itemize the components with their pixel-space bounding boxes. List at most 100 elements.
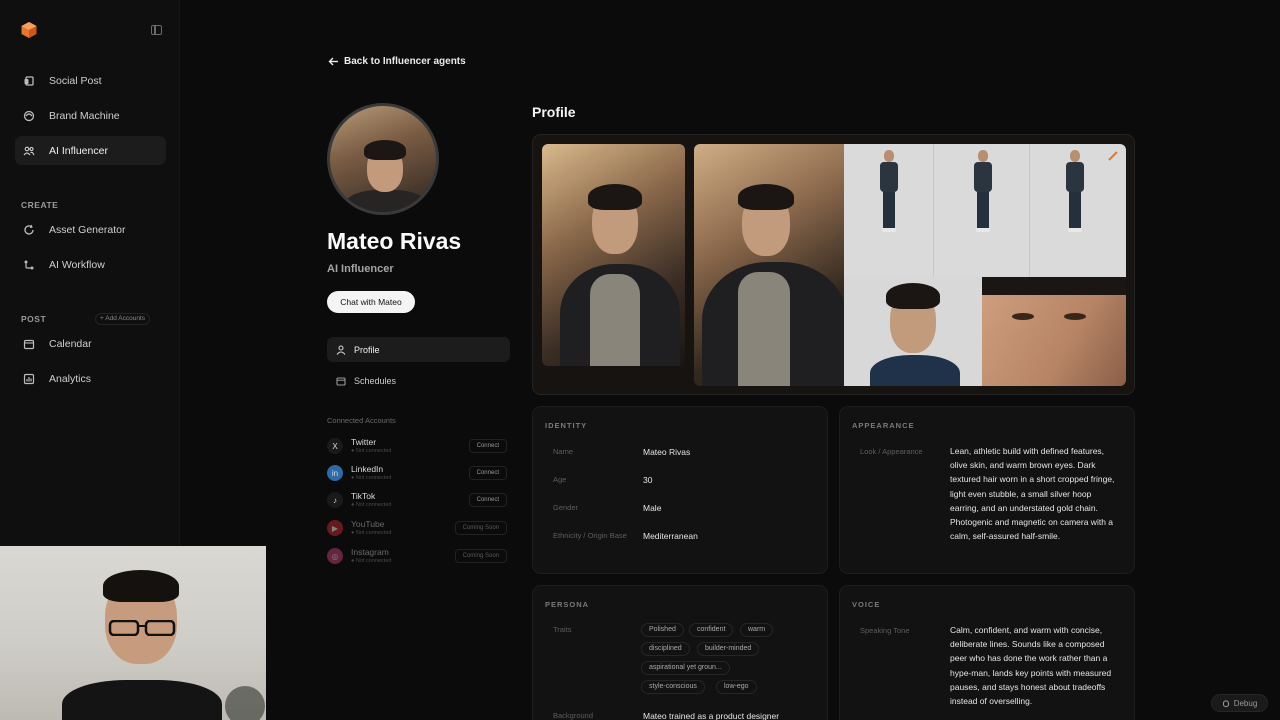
- bug-icon: [1222, 700, 1229, 707]
- connected-accounts-title: Connected Accounts: [327, 416, 396, 425]
- tab-label: Schedules: [354, 375, 397, 386]
- section-label-create: CREATE: [21, 200, 59, 210]
- gallery-photo[interactable]: [982, 277, 1126, 386]
- account-action-button[interactable]: Connect: [468, 439, 507, 453]
- account-name: Twitter: [351, 437, 377, 447]
- trait-chip: aspirational yet groun...: [641, 661, 730, 675]
- sidebar-item-asset-generator[interactable]: Asset Generator: [15, 215, 166, 244]
- avatar: [327, 103, 439, 215]
- trait-chip: confident: [689, 623, 734, 637]
- account-action-button[interactable]: Coming Soon: [454, 521, 507, 535]
- trait-chip: warm: [740, 623, 774, 637]
- identity-key: Age: [553, 475, 567, 484]
- sidebar-toggle-icon[interactable]: [151, 25, 162, 35]
- account-action-button[interactable]: Connect: [468, 493, 507, 507]
- debug-label: Debug: [1233, 698, 1258, 708]
- gallery-photo[interactable]: [844, 144, 1126, 277]
- appearance-value: Lean, athletic build with defined featur…: [950, 446, 1115, 542]
- persona-traits-key: Traits: [553, 625, 572, 634]
- refresh-icon: [23, 224, 35, 236]
- photo-gallery: [532, 134, 1135, 395]
- twitter-icon: X: [327, 438, 343, 454]
- edit-icon[interactable]: [1107, 150, 1119, 162]
- analytics-icon: [23, 373, 35, 385]
- sidebar-item-analytics[interactable]: Analytics: [15, 364, 166, 393]
- social-post-icon: [23, 75, 35, 87]
- account-name: TikTok: [351, 491, 376, 501]
- account-status: ● Not connected: [351, 558, 392, 564]
- sidebar-item-label: Social Post: [49, 74, 102, 87]
- account-action-button[interactable]: Connect: [468, 466, 507, 480]
- account-row-youtube: ▶ YouTube ● Not connected Coming Soon: [327, 518, 510, 540]
- tab-profile[interactable]: Profile: [327, 337, 510, 362]
- account-name: Instagram: [351, 547, 389, 557]
- persona-background-key: Background: [553, 711, 594, 720]
- account-status: ● Not connected: [351, 530, 392, 536]
- add-accounts-button[interactable]: + Add Accounts: [95, 313, 150, 325]
- sidebar-item-ai-workflow[interactable]: AI Workflow: [15, 250, 166, 279]
- sidebar-item-brand-machine[interactable]: Brand Machine: [15, 101, 166, 130]
- sidebar-item-label: Analytics: [49, 372, 92, 385]
- gallery-photo[interactable]: [542, 144, 685, 366]
- sidebar-item-social-post[interactable]: Social Post: [15, 66, 166, 95]
- card-title: PERSONA: [545, 600, 590, 609]
- account-row-instagram: ◎ Instagram ● Not connected Coming Soon: [327, 546, 510, 568]
- linkedin-icon: in: [327, 465, 343, 481]
- identity-key: Name: [553, 447, 574, 456]
- account-row-twitter: X Twitter ● Not connected Connect: [327, 436, 510, 458]
- workflow-icon: [23, 259, 35, 271]
- voice-value: Calm, confident, and warm with concise, …: [950, 625, 1112, 707]
- account-status: ● Not connected: [351, 502, 392, 508]
- account-name: LinkedIn: [351, 464, 384, 474]
- identity-value: Mateo Rivas: [643, 447, 691, 457]
- account-row-tiktok: ♪ TikTok ● Not connected Connect: [327, 490, 510, 512]
- identity-value: Mediterranean: [643, 531, 698, 541]
- card-title: VOICE: [852, 600, 881, 609]
- debug-button[interactable]: Debug: [1211, 694, 1268, 712]
- account-name: YouTube: [351, 519, 385, 529]
- brand-machine-icon: [23, 110, 35, 122]
- account-status: ● Not connected: [351, 448, 392, 454]
- influencer-name: Mateo Rivas: [327, 228, 462, 254]
- chat-button[interactable]: Chat with Mateo: [327, 291, 415, 313]
- app-logo-icon[interactable]: [20, 21, 38, 39]
- calendar-icon: [336, 376, 346, 386]
- gallery-photo[interactable]: [694, 144, 844, 386]
- identity-card: IDENTITY Name Mateo Rivas Age 30 Gender …: [532, 406, 828, 574]
- sidebar-item-ai-influencer[interactable]: AI Influencer: [15, 136, 166, 165]
- section-label-post: POST: [21, 314, 47, 324]
- voice-key: Speaking Tone: [860, 626, 910, 635]
- persona-card: PERSONA Traits Polished confident warm d…: [532, 585, 828, 720]
- identity-key: Gender: [553, 503, 579, 512]
- card-title: APPEARANCE: [852, 421, 915, 430]
- identity-value: Male: [643, 503, 662, 513]
- trait-chip: style-conscious: [641, 680, 705, 694]
- account-status: ● Not connected: [351, 475, 392, 481]
- account-action-button[interactable]: Coming Soon: [454, 549, 507, 563]
- appearance-key: Look / Appearance: [860, 447, 923, 456]
- trait-chip: disciplined: [641, 642, 690, 656]
- persona-background-value: Mateo trained as a product designer: [643, 711, 780, 720]
- card-title: IDENTITY: [545, 421, 588, 430]
- sidebar-item-calendar[interactable]: Calendar: [15, 329, 166, 358]
- account-row-linkedin: in LinkedIn ● Not connected Connect: [327, 463, 510, 485]
- trait-chip: builder-minded: [697, 642, 760, 656]
- gallery-photo[interactable]: [844, 277, 982, 386]
- appearance-card: APPEARANCE Look / Appearance Lean, athle…: [839, 406, 1135, 574]
- trait-chip: low-ego: [716, 680, 757, 694]
- trait-chip: Polished: [641, 623, 684, 637]
- influencer-role: AI Influencer: [327, 263, 394, 275]
- sidebar-item-label: Brand Machine: [49, 109, 120, 122]
- tab-label: Profile: [354, 344, 380, 355]
- instagram-icon: ◎: [327, 548, 343, 564]
- sidebar-item-label: AI Influencer: [49, 144, 108, 157]
- identity-value: 30: [643, 475, 653, 485]
- tab-schedules[interactable]: Schedules: [327, 368, 510, 393]
- youtube-icon: ▶: [327, 520, 343, 536]
- sidebar-item-label: Calendar: [49, 337, 92, 350]
- back-link[interactable]: Back to Influencer agents: [328, 56, 466, 67]
- sidebar-item-label: Asset Generator: [49, 223, 126, 236]
- webcam-overlay: [0, 546, 266, 720]
- tiktok-icon: ♪: [327, 492, 343, 508]
- profile-heading: Profile: [532, 104, 576, 120]
